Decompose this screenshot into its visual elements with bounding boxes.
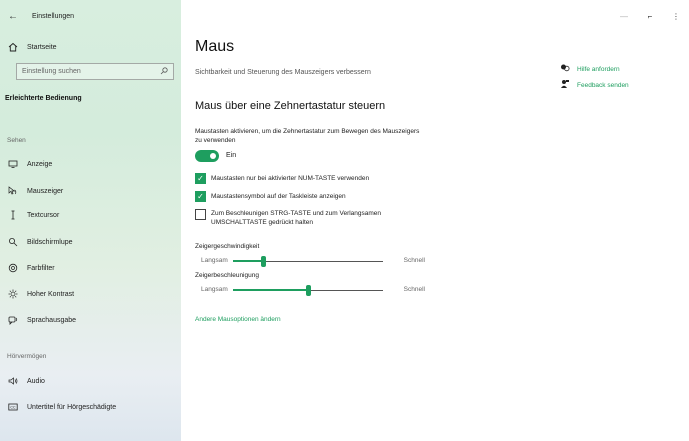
slider-title-speed: Zeigergeschwindigkeit [195, 243, 260, 250]
sidebar-item-label: Farbfilter [27, 264, 55, 272]
page-subtitle: Sichtbarkeit und Steuerung des Mauszeige… [195, 69, 371, 76]
sidebar-item-hoher-kontrast[interactable]: Hoher Kontrast [7, 287, 74, 301]
audio-icon [7, 375, 19, 387]
slider-thumb[interactable] [261, 256, 266, 267]
sidebar-item-home[interactable]: Startseite [7, 40, 57, 54]
sidebar-item-audio[interactable]: Audio [7, 374, 45, 388]
home-icon [7, 41, 19, 53]
sidebar-item-textcursor[interactable]: Textcursor [7, 208, 59, 222]
sidebar-item-untertitel[interactable]: CC Untertitel für Hörgeschädigte [7, 400, 116, 414]
toggle-description: Maustasten aktivieren, um die Zehnertast… [195, 128, 420, 144]
sidebar-item-label: Textcursor [27, 211, 60, 219]
checkbox-label: Zum Beschleunigen STRG-TASTE und zum Ver… [211, 210, 382, 226]
monitor-icon [7, 158, 19, 170]
app-title: Einstellungen [32, 12, 75, 20]
checkbox-ctrl-shift[interactable] [195, 209, 206, 220]
pointer-speed-slider[interactable]: Langsam Schnell [195, 256, 425, 267]
slider-fill [233, 289, 308, 291]
feedback-label: Feedback senden [577, 81, 629, 89]
toggle-knob [210, 153, 216, 159]
sidebar-item-label: Mauszeiger [27, 187, 64, 195]
checkbox-label: Maustastensymbol auf der Taskleiste anze… [211, 193, 346, 200]
slider-max-label: Schnell [403, 257, 425, 264]
minimize-button[interactable]: — [611, 12, 637, 21]
mouse-pointer-icon [7, 185, 19, 197]
svg-text:CC: CC [10, 406, 16, 410]
text-cursor-icon [7, 209, 19, 221]
closed-captions-icon: CC [7, 401, 19, 413]
help-label: Hilfe anfordern [577, 65, 620, 73]
sidebar-item-label: Anzeige [27, 160, 53, 168]
close-button[interactable]: ⋮ [663, 12, 689, 21]
feedback-icon [560, 79, 572, 91]
sidebar-item-label: Untertitel für Hörgeschädigte [27, 403, 117, 411]
sidebar-item-label: Sprachausgabe [27, 316, 77, 324]
section-label-sehen: Sehen [7, 137, 26, 144]
sidebar-item-anzeige[interactable]: Anzeige [7, 157, 52, 171]
checkbox-label: Maustasten nur bei aktivierter NUM-TASTE… [211, 175, 370, 182]
help-link[interactable]: Hilfe anfordern [560, 63, 620, 75]
sidebar-item-label: Startseite [27, 43, 57, 51]
search-input[interactable]: Einstellung suchen [16, 63, 174, 80]
sidebar: ← Einstellungen Startseite Einstellung s… [0, 0, 181, 441]
help-chat-icon [560, 63, 572, 75]
window-controls: — ⌐ ⋮ [611, 0, 689, 32]
toggle-state-label: Ein [226, 152, 237, 159]
sidebar-item-label: Bildschirmlupe [27, 238, 73, 246]
sidebar-item-label: Audio [27, 377, 45, 385]
high-contrast-icon [7, 288, 19, 300]
sidebar-item-bildschirmlupe[interactable]: Bildschirmlupe [7, 235, 73, 249]
slider-max-label: Schnell [403, 286, 425, 293]
pointer-acceleration-slider[interactable]: Langsam Schnell [195, 285, 425, 296]
section-title: Maus über eine Zehnertastatur steuern [195, 100, 386, 112]
section-label-hoeren: Hörvermögen [7, 353, 47, 360]
slider-min-label: Langsam [201, 286, 228, 293]
maximize-button[interactable]: ⌐ [637, 12, 663, 21]
sidebar-category: Erleichterte Bedienung [5, 95, 82, 102]
checkbox-num-lock[interactable]: ✓ [195, 173, 206, 184]
slider-title-acceleration: Zeigerbeschleunigung [195, 272, 259, 279]
sidebar-item-farbfilter[interactable]: Farbfilter [7, 261, 55, 275]
slider-track[interactable] [233, 285, 383, 296]
sidebar-item-sprachausgabe[interactable]: Sprachausgabe [7, 313, 76, 327]
slider-track[interactable] [233, 256, 383, 267]
mouse-keys-toggle[interactable] [195, 150, 219, 162]
slider-thumb[interactable] [306, 285, 311, 296]
feedback-link[interactable]: Feedback senden [560, 79, 629, 91]
sidebar-item-mauszeiger[interactable]: Mauszeiger [7, 184, 63, 198]
arrow-left-icon[interactable]: ← [2, 11, 24, 22]
narrator-icon [7, 314, 19, 326]
slider-fill [233, 260, 263, 262]
more-mouse-options-link[interactable]: Andere Mausoptionen ändern [195, 316, 281, 323]
magnifier-icon [7, 236, 19, 248]
search-placeholder: Einstellung suchen [22, 68, 81, 75]
checkbox-taskbar-icon[interactable]: ✓ [195, 191, 206, 202]
search-icon[interactable] [160, 66, 168, 77]
color-filter-icon [7, 262, 19, 274]
slider-min-label: Langsam [201, 257, 228, 264]
title-bar: ← Einstellungen [0, 0, 181, 32]
sidebar-item-label: Hoher Kontrast [27, 290, 75, 298]
page-title: Maus [195, 38, 235, 55]
